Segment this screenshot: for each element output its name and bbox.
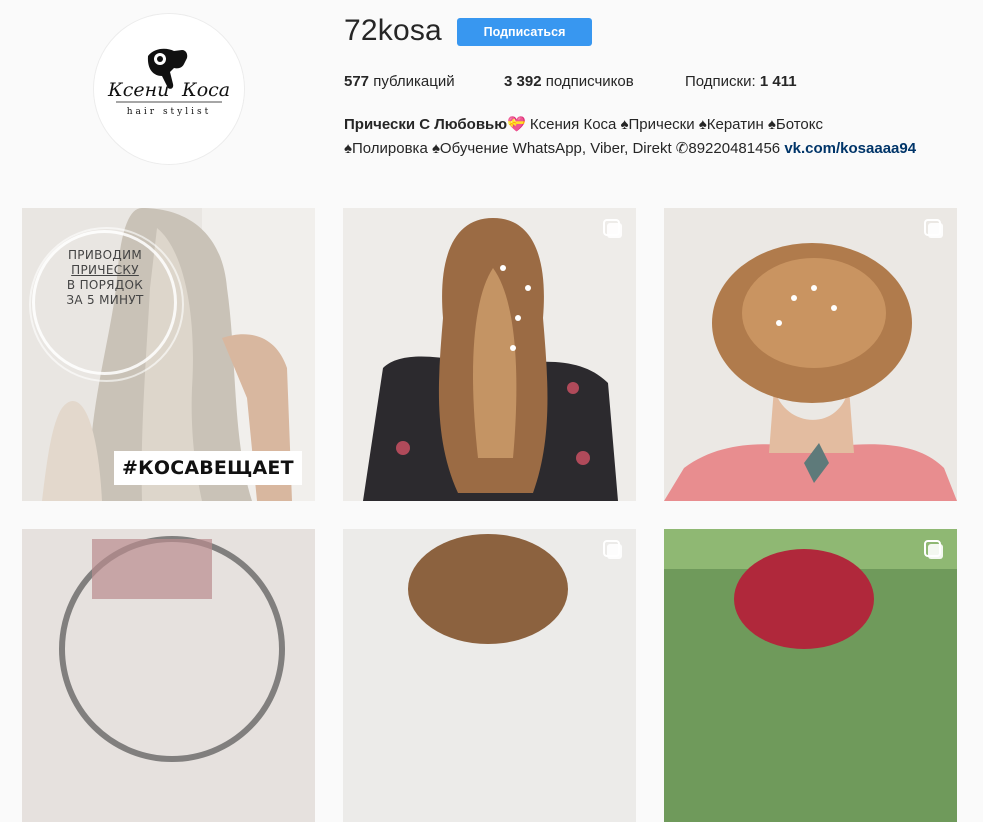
bio-name: Прически С Любовью💝 [344, 116, 526, 133]
bio-text-1: Ксения Коса ♠Прически ♠Кератин ♠Ботокс [525, 116, 823, 133]
followers-stat[interactable]: 3 392 подписчиков [504, 73, 634, 90]
overlay-line: ПРИВОДИМ [67, 248, 143, 262]
profile-username: 72kosa [344, 14, 442, 47]
followers-label: подписчиков [545, 73, 634, 90]
svg-text:Коса: Коса [181, 79, 230, 101]
post-image [664, 208, 957, 501]
followers-count: 3 392 [504, 73, 542, 90]
posts-label: публикаций [373, 73, 455, 90]
post-tile[interactable] [22, 529, 315, 822]
post-tile[interactable] [664, 208, 957, 501]
following-count: 1 411 [759, 73, 797, 90]
post-image [343, 529, 636, 822]
carousel-icon [924, 540, 943, 559]
svg-text:Ксени: Ксени [107, 79, 169, 101]
follow-button[interactable]: Подписаться [457, 18, 592, 46]
svg-text:hair stylist: hair stylist [127, 107, 212, 117]
bio-line-1: Прически С Любовью💝 Ксения Коса ♠Прическ… [344, 113, 916, 137]
posts-stat: 577 публикаций [344, 73, 455, 90]
carousel-icon [603, 219, 622, 238]
carousel-icon [924, 219, 943, 238]
profile-avatar[interactable]: Ксени Коса hair stylist [93, 13, 245, 165]
post-image [22, 529, 315, 822]
bio-link[interactable]: vk.com/kosaaaa94 [784, 140, 916, 157]
overlay-caption: ПРИВОДИМ ПРИЧЕСКУ В ПОРЯДОК ЗА 5 МИНУТ [60, 248, 150, 308]
profile-bio: Прически С Любовью💝 Ксения Коса ♠Прическ… [344, 113, 916, 161]
post-tile[interactable] [343, 208, 636, 501]
brand-logo: Ксени Коса hair stylist [94, 14, 244, 164]
posts-count: 577 [344, 73, 370, 90]
post-tile[interactable]: ПРИВОДИМ ПРИЧЕСКУ В ПОРЯДОК ЗА 5 МИНУТ #… [22, 208, 315, 501]
following-stat[interactable]: Подписки: 1 411 [685, 73, 797, 90]
post-tile[interactable] [343, 529, 636, 822]
post-image [343, 208, 636, 501]
post-image [664, 529, 957, 822]
overlay-line: ЗА 5 МИНУТ [66, 293, 144, 307]
post-tile[interactable] [664, 529, 957, 822]
bio-text-2: ♠Полировка ♠Обучение WhatsApp, Viber, Di… [344, 140, 785, 157]
bio-line-2: ♠Полировка ♠Обучение WhatsApp, Viber, Di… [344, 137, 916, 161]
hashtag-label: #КОСАВЕЩАЕТ [114, 451, 302, 485]
overlay-line: В ПОРЯДОК [66, 278, 144, 292]
overlay-line: ПРИЧЕСКУ [71, 263, 139, 277]
following-label: Подписки: [685, 73, 756, 90]
carousel-icon [603, 540, 622, 559]
